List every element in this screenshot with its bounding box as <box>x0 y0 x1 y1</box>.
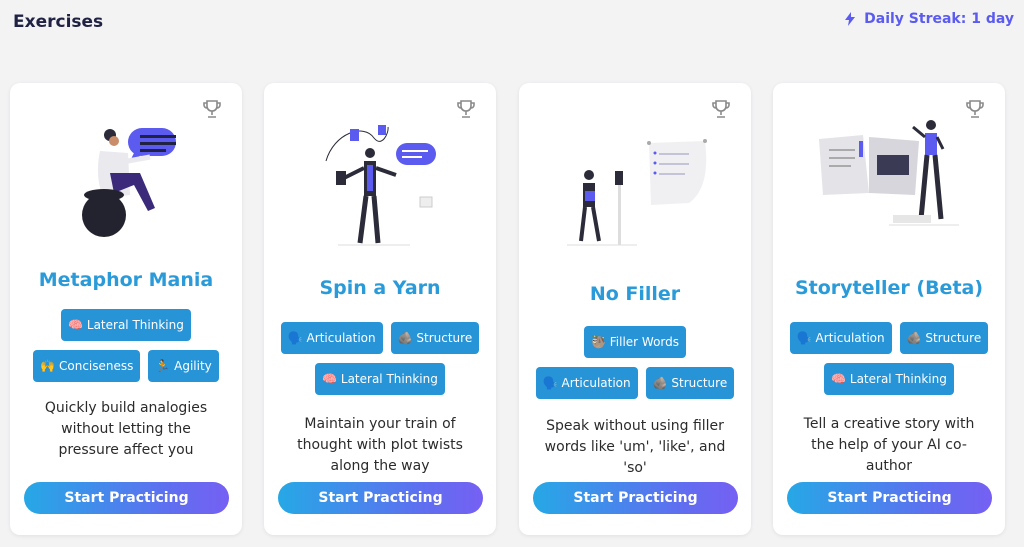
tag-structure: 🪨 Structure <box>899 322 989 354</box>
no-filler-illustration <box>567 139 707 246</box>
exercise-card-spin-a-yarn[interactable]: Spin a Yarn 🗣️ Articulation 🪨 Structure … <box>264 83 496 535</box>
exercise-card-metaphor-mania[interactable]: Metaphor Mania 🧠 Lateral Thinking 🙌 Conc… <box>10 83 242 535</box>
start-practicing-button[interactable]: Start Practicing <box>24 482 229 514</box>
storyteller-illustration <box>819 120 959 226</box>
daily-streak-label: Daily Streak: 1 day <box>864 11 1014 27</box>
start-practicing-button[interactable]: Start Practicing <box>787 482 992 514</box>
card-description: Tell a creative story with the help of y… <box>803 416 975 474</box>
card-title: Storyteller (Beta) <box>794 277 984 299</box>
tag-list: 🦥 Filler Words 🗣️ Articulation 🪨 Structu… <box>519 326 751 399</box>
exercise-card-storyteller[interactable]: Storyteller (Beta) 🗣️ Articulation 🪨 Str… <box>773 83 1005 535</box>
start-practicing-button[interactable]: Start Practicing <box>533 482 738 514</box>
tag-list: 🗣️ Articulation 🪨 Structure 🧠 Lateral Th… <box>773 322 1005 395</box>
card-description: Speak without using filler words like 'u… <box>544 418 726 476</box>
tag-agility: 🏃 Agility <box>148 350 219 382</box>
spin-a-yarn-illustration <box>325 125 436 246</box>
tag-lateral-thinking: 🧠 Lateral Thinking <box>61 309 191 341</box>
metaphor-illustration <box>82 128 176 237</box>
card-description: Quickly build analogies without letting … <box>44 400 208 458</box>
tag-structure: 🪨 Structure <box>645 367 735 399</box>
card-title: No Filler <box>589 283 681 305</box>
exercise-card-no-filler[interactable]: No Filler 🦥 Filler Words 🗣️ Articulation… <box>519 83 751 535</box>
card-title: Spin a Yarn <box>319 277 441 299</box>
tag-structure: 🪨 Structure <box>390 322 480 354</box>
card-title: Metaphor Mania <box>38 269 214 291</box>
page-title: Exercises <box>13 12 104 32</box>
start-practicing-button[interactable]: Start Practicing <box>278 482 483 514</box>
tag-articulation: 🗣️ Articulation <box>535 367 638 399</box>
card-description: Maintain your train of thought with plot… <box>297 416 463 474</box>
tag-lateral-thinking: 🧠 Lateral Thinking <box>824 363 954 395</box>
daily-streak: Daily Streak: 1 day <box>844 11 1014 27</box>
tag-list: 🗣️ Articulation 🪨 Structure 🧠 Lateral Th… <box>264 322 496 395</box>
tag-lateral-thinking: 🧠 Lateral Thinking <box>315 363 445 395</box>
tag-list: 🧠 Lateral Thinking 🙌 Conciseness 🏃 Agili… <box>10 309 242 382</box>
tag-conciseness: 🙌 Conciseness <box>33 350 141 382</box>
tag-articulation: 🗣️ Articulation <box>280 322 383 354</box>
tag-articulation: 🗣️ Articulation <box>789 322 892 354</box>
lightning-icon <box>845 12 856 26</box>
tag-filler-words: 🦥 Filler Words <box>583 326 686 358</box>
